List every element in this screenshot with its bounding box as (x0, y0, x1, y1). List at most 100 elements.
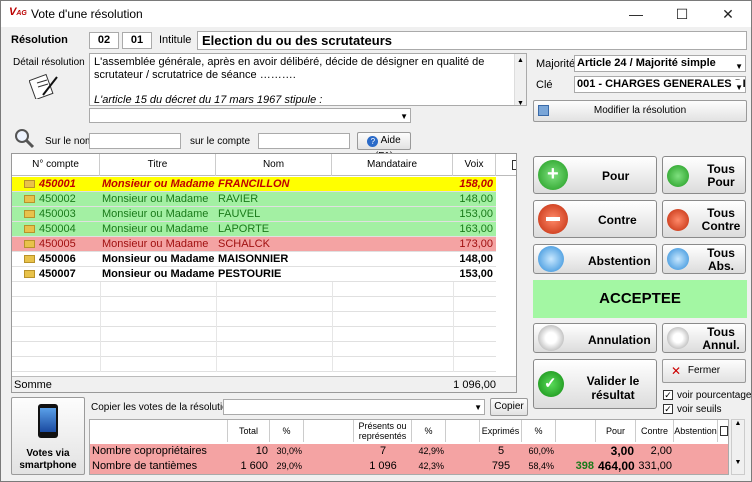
cell-voix: 148,00 (459, 193, 493, 205)
cle-select[interactable]: 001 - CHARGES GENERALES DIV ▼ (574, 76, 746, 93)
title-bar: VAG Vote d'une résolution — ☐ ✕ (1, 1, 751, 27)
cell-titre: Monsieur ou Madame (102, 253, 215, 265)
table-row[interactable]: 450001 Monsieur ou Madame FRANCILLON 158,00 (12, 177, 496, 192)
table-row[interactable] (12, 282, 496, 297)
cell-compte: 450003 (12, 207, 100, 222)
table-row[interactable]: 450007 Monsieur ou Madame PESTOURIE 153,00 (12, 267, 496, 282)
grid-header: N° compte Titre Nom Mandataire Voix (12, 154, 516, 176)
minimize-button[interactable]: — (613, 1, 659, 27)
totals-header-exprimes: Exprimés (480, 420, 522, 442)
cell-mandataire (332, 177, 453, 192)
totals-cell-pct2: 42,9% (418, 446, 444, 456)
close-x-icon: ✕ (671, 364, 682, 378)
tous-pour-button[interactable]: Tous Pour (662, 156, 746, 194)
table-row[interactable]: 450002 Monsieur ou Madame RAVIER 148,00 (12, 192, 496, 207)
document-pen-icon (28, 71, 59, 101)
votes-smartphone-button[interactable]: Votes via smartphone (11, 397, 85, 475)
copier-select[interactable]: ▼ (223, 399, 485, 415)
totals-cell-total: 1 600 (240, 460, 268, 472)
voir-pourcentages-checkbox[interactable]: ✓ (663, 390, 673, 400)
col-titre[interactable]: Titre (100, 154, 216, 176)
totals-scrollbar[interactable]: ▲ ▼ (731, 419, 745, 475)
tous-contre-button[interactable]: Tous Contre (662, 200, 746, 238)
valider-button[interactable]: ✓ Valider le résultat (533, 359, 657, 409)
search-account-input[interactable] (258, 133, 350, 149)
cell-mandataire (332, 237, 453, 252)
tous-abs-button[interactable]: Tous Abs. (662, 244, 746, 274)
cell-voix: 173,00 (459, 238, 493, 250)
intitule-field[interactable]: Election du ou des scrutateurs (197, 31, 747, 50)
close-button[interactable]: ✕ (705, 1, 751, 27)
abstention-small-icon (667, 248, 689, 270)
col-nom[interactable]: Nom (216, 154, 332, 176)
folder-icon (24, 195, 35, 203)
resolution-number-2[interactable]: 01 (122, 32, 152, 49)
cell-titre: Monsieur ou Madame (102, 193, 209, 205)
search-icon (13, 127, 35, 149)
voir-seuils-checkbox[interactable]: ✓ (663, 404, 673, 414)
cell-compte: 450005 (12, 237, 100, 252)
table-row[interactable] (12, 297, 496, 312)
abstention-button[interactable]: Abstention (533, 244, 657, 274)
table-row[interactable] (12, 312, 496, 327)
search-name-input[interactable] (89, 133, 181, 149)
detail-text-2: L'article 15 du décret du 17 mars 1967 s… (94, 94, 323, 106)
totals-cell-abst (674, 444, 718, 459)
cell-mandataire (332, 192, 453, 207)
totals-cell-pour: 464,00 (596, 459, 636, 474)
detail-select[interactable]: ▼ (89, 108, 411, 123)
majorite-select[interactable]: Article 24 / Majorité simple ▼ (574, 55, 746, 72)
detail-textarea[interactable]: L'assemblée générale, après en avoir dél… (89, 53, 527, 107)
column-chooser-icon[interactable] (512, 160, 516, 170)
col-voix[interactable]: Voix (453, 154, 496, 176)
totals-column-chooser-icon[interactable] (720, 426, 728, 436)
detail-scrollbar[interactable]: ▲ ▼ (514, 54, 526, 107)
table-row[interactable]: 450005 Monsieur ou Madame SCHALCK 173,00 (12, 237, 496, 252)
totals-table: Total % Présents ou représentés % Exprim… (89, 419, 729, 475)
table-row[interactable]: 450006 Monsieur ou Madame MAISONNIER 148,00 (12, 252, 496, 267)
cell-voix: 148,00 (459, 253, 493, 265)
cell-mandataire (332, 267, 453, 282)
totals-cell-abst (674, 459, 718, 474)
fermer-button[interactable]: ✕ Fermer (662, 359, 746, 383)
contre-button[interactable]: Contre (533, 200, 657, 238)
cancel-icon (538, 325, 564, 351)
totals-cell-pct1: 30,0% (276, 446, 302, 456)
cle-label: Clé (536, 79, 553, 91)
voir-pourcentages-label: voir pourcentages (677, 390, 752, 401)
pour-button[interactable]: + Pour (533, 156, 657, 194)
folder-icon (24, 255, 35, 263)
table-row[interactable]: 450003 Monsieur ou Madame FAUVEL 153,00 (12, 207, 496, 222)
totals-cell-presents: 1 096 (369, 460, 397, 472)
vote-window: VAG Vote d'une résolution — ☐ ✕ Résoluti… (0, 0, 752, 482)
cell-nom: FAUVEL (218, 208, 261, 220)
cell-voix: 153,00 (459, 268, 493, 280)
table-row[interactable] (12, 342, 496, 357)
copier-button[interactable]: Copier (490, 398, 528, 416)
resolution-number-1[interactable]: 02 (89, 32, 119, 49)
window-title: Vote d'une résolution (31, 7, 143, 21)
folder-icon (24, 225, 35, 233)
table-row[interactable] (12, 357, 496, 372)
totals-header-pour: Pour (596, 420, 636, 442)
totals-cell-seuil (556, 444, 596, 459)
cancel-small-icon (667, 327, 689, 349)
aide-button[interactable]: ? Aide (F1) (357, 132, 411, 162)
table-row[interactable]: 450004 Monsieur ou Madame LAPORTE 163,00 (12, 222, 496, 237)
modifier-resolution-button[interactable]: Modifier la résolution (533, 100, 747, 122)
cell-nom: RAVIER (218, 193, 259, 205)
totals-header-total: Total (228, 420, 270, 442)
cell-nom: MAISONNIER (218, 253, 289, 265)
minus-small-icon (667, 209, 689, 231)
cell-mandataire (332, 222, 453, 237)
col-compte[interactable]: N° compte (12, 154, 100, 176)
maximize-button[interactable]: ☐ (659, 1, 705, 27)
col-mandataire[interactable]: Mandataire (332, 154, 453, 176)
annulation-button[interactable]: Annulation (533, 323, 657, 353)
plus-small-icon (667, 165, 689, 187)
table-row[interactable] (12, 327, 496, 342)
somme-row: Somme 1 096,00 (12, 376, 516, 392)
tous-annul-button[interactable]: Tous Annul. (662, 323, 746, 353)
majorite-label: Majorité (536, 58, 576, 70)
cell-compte: 450006 (12, 252, 100, 267)
